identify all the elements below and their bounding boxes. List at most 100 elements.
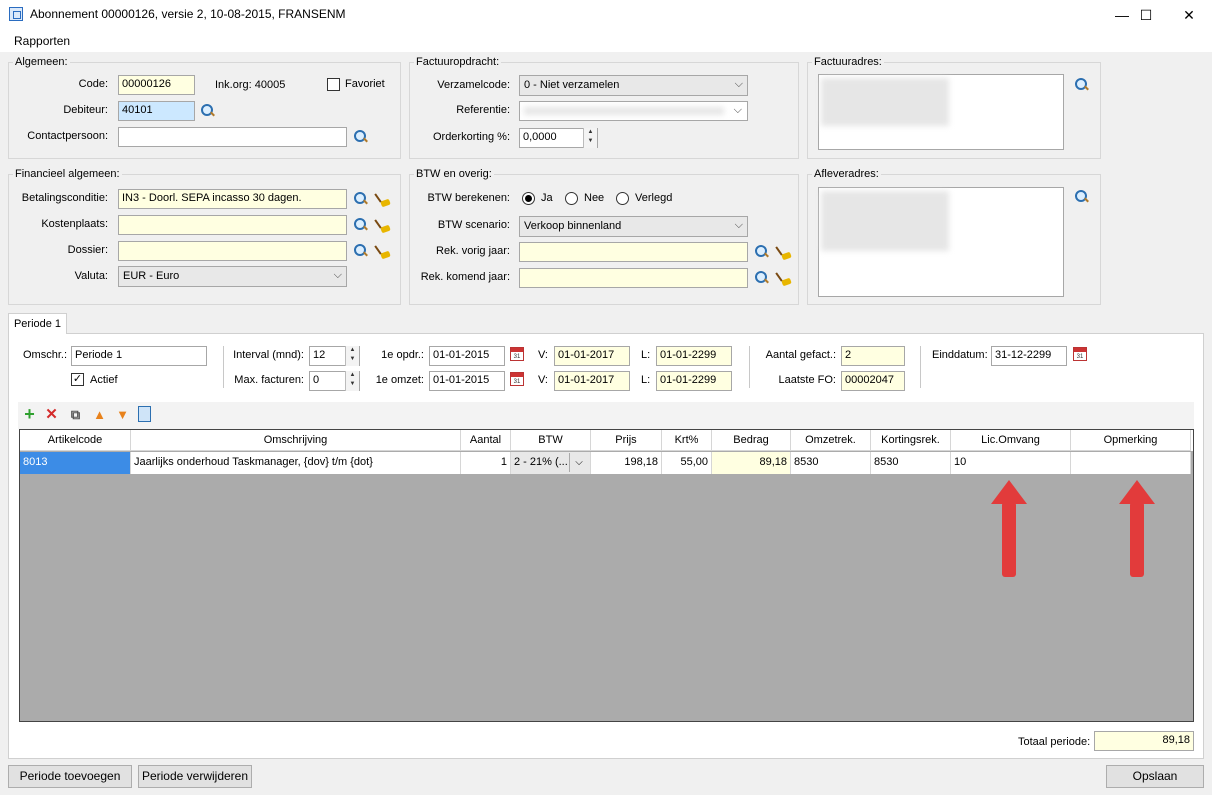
col-header-artikelcode[interactable]: Artikelcode (20, 430, 131, 451)
debiteur-field[interactable]: 40101 (118, 101, 195, 121)
calendar-icon[interactable]: 31 (510, 372, 524, 386)
btw-nee-radio[interactable] (565, 192, 578, 205)
dossier-field[interactable] (118, 241, 347, 261)
contactpersoon-search-icon[interactable] (353, 129, 369, 145)
orderkorting-stepper[interactable]: ▲ ▼ (583, 128, 597, 148)
col-header-btw[interactable]: BTW (511, 430, 591, 451)
factuuradres-search-icon[interactable] (1074, 77, 1090, 93)
kostenplaats-search-icon[interactable] (353, 217, 369, 233)
interval-stepper[interactable]: ▲ ▼ (345, 346, 359, 366)
opslaan-button[interactable]: Opslaan (1106, 765, 1204, 788)
menu-rapporten[interactable]: Rapporten (14, 34, 70, 48)
opdr-date-field[interactable]: 01-01-2015 (429, 346, 505, 366)
cell-btw-select[interactable]: 2 - 21% (... ⌵ (511, 452, 591, 474)
cell-aantal[interactable]: 1 (461, 452, 511, 474)
verzamelcode-label: Verzamelcode: (437, 79, 510, 91)
periode-toevoegen-button[interactable]: Periode toevoegen (8, 765, 132, 788)
betalingsconditie-field[interactable]: IN3 - Doorl. SEPA incasso 30 dagen. (118, 189, 347, 209)
cell-omzetrek[interactable]: 8530 (791, 452, 871, 474)
cell-opmerking[interactable] (1071, 452, 1191, 474)
rek-komend-jaar-search-icon[interactable] (754, 270, 770, 286)
actief-checkbox[interactable]: ✓ (71, 373, 84, 386)
copy-icon[interactable]: ⧉ (68, 407, 83, 422)
verzamelcode-select[interactable]: 0 - Niet verzamelen ⌵ (519, 75, 748, 96)
v1-date-field[interactable]: 01-01-2017 (554, 346, 630, 366)
rek-vorig-jaar-clear-icon[interactable] (776, 245, 792, 261)
kostenplaats-clear-icon[interactable] (375, 218, 391, 234)
btw-ja-label: Ja (541, 192, 553, 204)
aantal-gefact-field[interactable]: 2 (841, 346, 905, 366)
rek-vorig-jaar-search-icon[interactable] (754, 244, 770, 260)
kostenplaats-field[interactable] (118, 215, 347, 235)
col-header-opmerking[interactable]: Opmerking (1071, 430, 1191, 451)
betalingsconditie-search-icon[interactable] (353, 191, 369, 207)
col-header-omzetrek[interactable]: Omzetrek. (791, 430, 871, 451)
delete-icon[interactable]: ✕ (44, 407, 59, 422)
valuta-select[interactable]: EUR - Euro ⌵ (118, 266, 347, 287)
cell-krt[interactable]: 55,00 (662, 452, 712, 474)
afleveradres-search-icon[interactable] (1074, 189, 1090, 205)
l2-date-field[interactable]: 01-01-2299 (656, 371, 732, 391)
col-header-aantal[interactable]: Aantal (461, 430, 511, 451)
referentie-field[interactable]: ⌵ (519, 101, 748, 121)
rek-vorig-jaar-label: Rek. vorig jaar: (436, 245, 510, 257)
add-icon[interactable]: + (22, 405, 37, 423)
totaal-periode-label: Totaal periode: (1018, 736, 1091, 748)
col-header-licomvang[interactable]: Lic.Omvang (951, 430, 1071, 451)
omzet-label: 1e omzet: (375, 374, 424, 386)
cell-licomvang[interactable]: 10 (951, 452, 1071, 474)
favoriet-checkbox[interactable] (327, 78, 340, 91)
v2-date-field[interactable]: 01-01-2017 (554, 371, 630, 391)
code-field[interactable]: 00000126 (118, 75, 195, 95)
factuuradres-textbox[interactable] (818, 74, 1064, 150)
btw-legend: BTW en overig: (416, 168, 492, 180)
laatste-fo-field[interactable]: 00002047 (841, 371, 905, 391)
rek-komend-jaar-field[interactable] (519, 268, 748, 288)
app-icon (9, 7, 23, 21)
dossier-search-icon[interactable] (353, 243, 369, 259)
col-header-krt[interactable]: Krt% (662, 430, 712, 451)
v-label: V: (538, 374, 548, 386)
financieel-legend: Financieel algemeen: (15, 168, 120, 180)
l1-date-field[interactable]: 01-01-2299 (656, 346, 732, 366)
move-up-icon[interactable]: ▲ (92, 407, 107, 422)
col-header-omschrijving[interactable]: Omschrijving (131, 430, 461, 451)
col-header-prijs[interactable]: Prijs (591, 430, 662, 451)
col-header-bedrag[interactable]: Bedrag (712, 430, 791, 451)
debiteur-search-icon[interactable] (200, 103, 216, 119)
maximize-button[interactable]: ☐ (1123, 0, 1169, 30)
btw-scenario-select[interactable]: Verkoop binnenland ⌵ (519, 216, 748, 237)
betalingsconditie-clear-icon[interactable] (375, 192, 391, 208)
btw-verlegd-radio[interactable] (616, 192, 629, 205)
btw-ja-radio[interactable] (522, 192, 535, 205)
dossier-clear-icon[interactable] (375, 244, 391, 260)
cell-artikelcode[interactable]: 8013 (20, 452, 131, 474)
chevron-down-icon: ⌵ (333, 269, 342, 281)
rek-komend-jaar-clear-icon[interactable] (776, 271, 792, 287)
col-header-kortingsrek[interactable]: Kortingsrek. (871, 430, 951, 451)
cell-prijs[interactable]: 198,18 (591, 452, 662, 474)
contactpersoon-field[interactable] (118, 127, 347, 147)
einddatum-field[interactable]: 31-12-2299 (991, 346, 1067, 366)
close-button[interactable]: ✕ (1166, 0, 1212, 30)
annotation-arrow-up-icon (1119, 480, 1155, 577)
calendar-icon[interactable]: 31 (510, 347, 524, 361)
rek-vorig-jaar-field[interactable] (519, 242, 748, 262)
annotation-arrow-up-icon (991, 480, 1027, 577)
cell-omschrijving[interactable]: Jaarlijks onderhoud Taskmanager, {dov} t… (131, 452, 461, 474)
v-label: V: (538, 349, 548, 361)
omschr-field[interactable]: Periode 1 (71, 346, 207, 366)
chevron-down-icon[interactable]: ⌵ (569, 453, 588, 472)
cell-bedrag[interactable]: 89,18 (712, 452, 791, 474)
periode-verwijderen-button[interactable]: Periode verwijderen (138, 765, 252, 788)
max-facturen-stepper[interactable]: ▲ ▼ (345, 371, 359, 391)
omzet-date-field[interactable]: 01-01-2015 (429, 371, 505, 391)
move-down-icon[interactable]: ▼ (115, 407, 130, 422)
calculator-icon[interactable] (138, 406, 151, 422)
rek-komend-jaar-label: Rek. komend jaar: (420, 271, 510, 283)
verzamelcode-value: 0 - Niet verzamelen (524, 79, 620, 91)
afleveradres-textbox[interactable] (818, 187, 1064, 297)
calendar-icon[interactable]: 31 (1073, 347, 1087, 361)
tab-periode-1[interactable]: Periode 1 (8, 313, 67, 334)
cell-kortingsrek[interactable]: 8530 (871, 452, 951, 474)
